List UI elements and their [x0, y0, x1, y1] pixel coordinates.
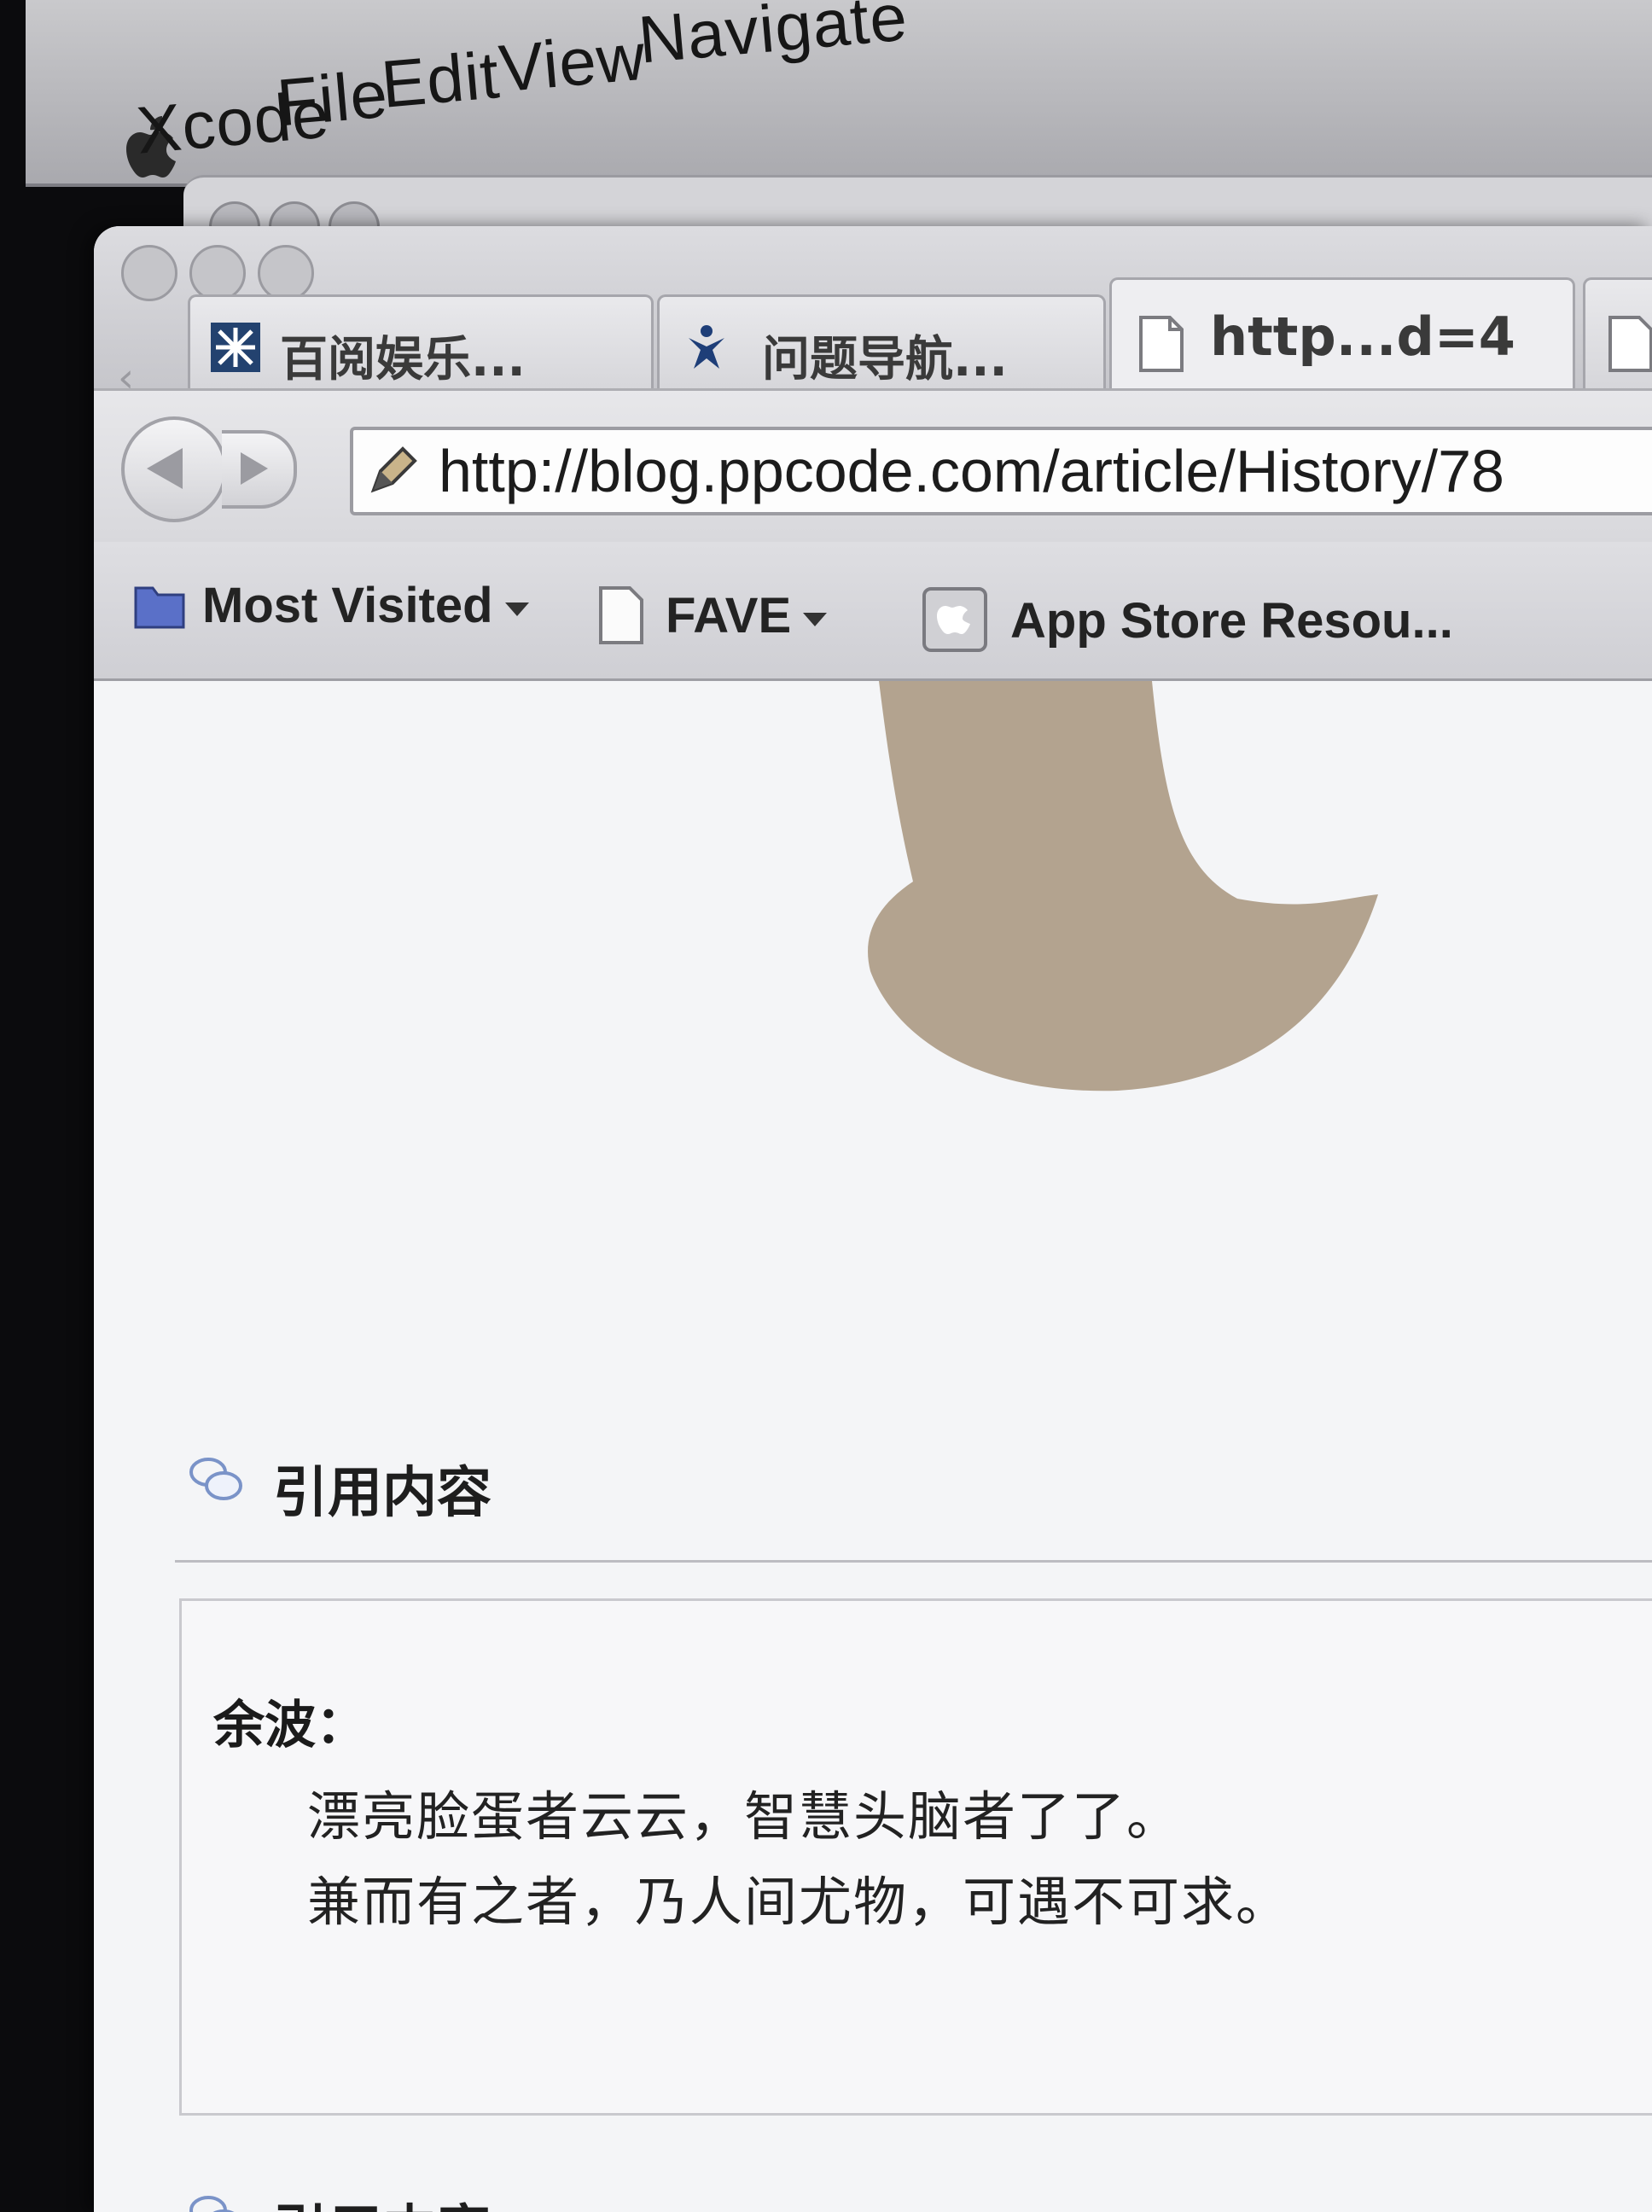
quote-header-2: 引用内容	[188, 2187, 492, 2212]
back-button[interactable]	[121, 416, 227, 522]
avatar-image	[868, 681, 1378, 1091]
url-text: http://blog.ppcode.com/article/History/7…	[439, 438, 1504, 504]
dropdown-caret-icon	[504, 602, 529, 616]
page-icon	[1608, 316, 1652, 372]
tab-label: 百阅娱乐...	[280, 332, 526, 387]
bookmark-app-store[interactable]: App Store Resou...	[922, 571, 1453, 652]
site-logo-icon	[211, 323, 260, 372]
forward-button[interactable]	[222, 430, 297, 509]
close-button[interactable]	[121, 245, 177, 301]
zoom-button[interactable]	[258, 245, 314, 301]
quote-author: 余波：	[213, 1696, 367, 1755]
menu-view[interactable]: View	[496, 18, 649, 108]
menu-bar: Xcode File Edit View Navigate	[26, 0, 1652, 187]
bookmark-fave[interactable]: FAVE	[597, 571, 828, 644]
bookmark-label: Most Visited	[202, 578, 493, 633]
tab-http[interactable]: http...d=4	[1109, 277, 1575, 391]
site-pencil-icon	[370, 446, 417, 493]
quote-header-label: 引用内容	[273, 2200, 492, 2212]
tab-more[interactable]	[1583, 277, 1652, 391]
navigation-toolbar: http://blog.ppcode.com/article/History/7…	[94, 388, 1652, 544]
tab-strip: ‹ 百阅娱乐... 问题导航... http...d=4	[94, 226, 1652, 402]
folder-icon	[134, 586, 185, 629]
app-icon	[922, 587, 987, 652]
bookmark-most-visited[interactable]: Most Visited	[132, 571, 529, 634]
page-content: 引用内容 余波： 漂亮脸蛋者云云，智慧头脑者了了。 兼而有之者，乃人间尤物，可遇…	[94, 681, 1652, 2212]
section-divider	[175, 1560, 1652, 1563]
bookmarks-bar: Most Visited FAVE App Store Resou...	[94, 542, 1652, 681]
bookmark-label: FAVE	[666, 588, 792, 643]
bookmark-label: App Store Resou...	[1010, 593, 1453, 649]
page-icon	[599, 586, 643, 644]
person-logo-icon	[689, 325, 724, 369]
menu-file[interactable]: File	[274, 55, 391, 143]
menu-navigate[interactable]: Navigate	[636, 0, 911, 79]
quote-box-1	[179, 1598, 1652, 2116]
minimize-button[interactable]	[189, 245, 246, 301]
quote-header-label: 引用内容	[273, 1462, 492, 1525]
tab-label: http...d=4	[1210, 306, 1515, 368]
tab-wenti[interactable]: 问题导航...	[657, 294, 1106, 391]
menu-edit[interactable]: Edit	[378, 36, 503, 124]
quote-header-1: 引用内容	[188, 1449, 492, 1528]
browser-window: ‹ 百阅娱乐... 问题导航... http...d=4 http://blog…	[94, 226, 1652, 2212]
quote-line-2: 兼而有之者，乃人间尤物，可遇不可求。	[307, 1871, 1291, 1933]
quote-line-1: 漂亮脸蛋者云云，智慧头脑者了了。	[307, 1785, 1182, 1848]
address-bar[interactable]: http://blog.ppcode.com/article/History/7…	[350, 427, 1652, 515]
dropdown-caret-icon	[803, 612, 828, 626]
page-icon	[1139, 316, 1184, 372]
tab-label: 问题导航...	[762, 332, 1008, 387]
tab-baiyue[interactable]: 百阅娱乐...	[188, 294, 654, 391]
